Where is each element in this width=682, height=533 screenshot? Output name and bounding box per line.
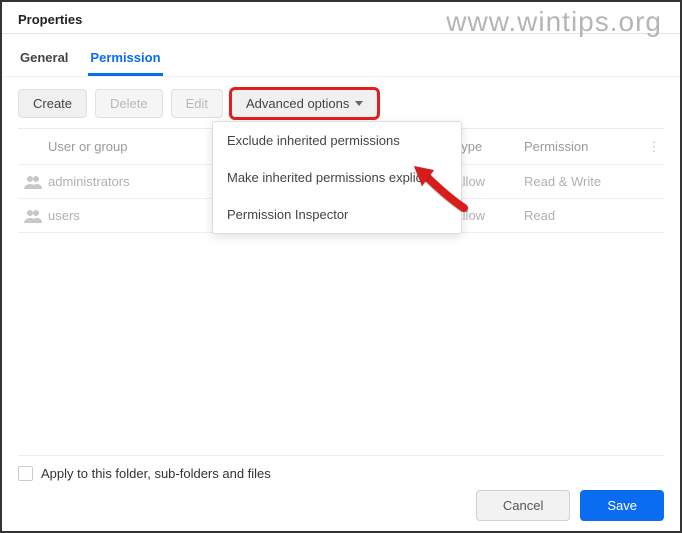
apply-recursive-checkbox[interactable] xyxy=(18,466,33,481)
group-icon xyxy=(18,209,48,223)
save-button[interactable]: Save xyxy=(580,490,664,521)
row-permission: Read xyxy=(524,208,644,223)
tab-permission[interactable]: Permission xyxy=(88,40,162,76)
row-permission: Read & Write xyxy=(524,174,644,189)
table-header-menu[interactable]: ⋮ xyxy=(644,139,664,155)
menu-make-explicit[interactable]: Make inherited permissions explicit xyxy=(213,159,461,196)
page-title: Properties xyxy=(18,12,82,27)
properties-dialog: www.wintips.org Properties General Permi… xyxy=(0,0,682,533)
row-type: Allow xyxy=(454,208,524,223)
footer-options: Apply to this folder, sub-folders and fi… xyxy=(18,455,664,481)
group-icon xyxy=(18,175,48,189)
menu-exclude-inherited[interactable]: Exclude inherited permissions xyxy=(213,122,461,159)
col-type-header[interactable]: Type xyxy=(454,139,524,154)
row-type: Allow xyxy=(454,174,524,189)
dialog-actions: Cancel Save xyxy=(476,490,664,521)
cancel-button[interactable]: Cancel xyxy=(476,490,570,521)
advanced-options-label: Advanced options xyxy=(246,96,349,111)
edit-button: Edit xyxy=(171,89,223,118)
toolbar: Create Delete Edit Advanced options Excl… xyxy=(2,77,680,128)
advanced-options-menu: Exclude inherited permissions Make inher… xyxy=(212,121,462,234)
advanced-options-button[interactable]: Advanced options xyxy=(231,89,378,118)
chevron-down-icon xyxy=(355,101,363,106)
menu-permission-inspector[interactable]: Permission Inspector xyxy=(213,196,461,233)
tab-bar: General Permission xyxy=(2,40,680,77)
delete-button: Delete xyxy=(95,89,163,118)
col-permission-header[interactable]: Permission xyxy=(524,139,644,154)
create-button[interactable]: Create xyxy=(18,89,87,118)
dialog-header: Properties xyxy=(2,2,680,34)
tab-general[interactable]: General xyxy=(18,40,70,76)
apply-recursive-label: Apply to this folder, sub-folders and fi… xyxy=(41,466,271,481)
